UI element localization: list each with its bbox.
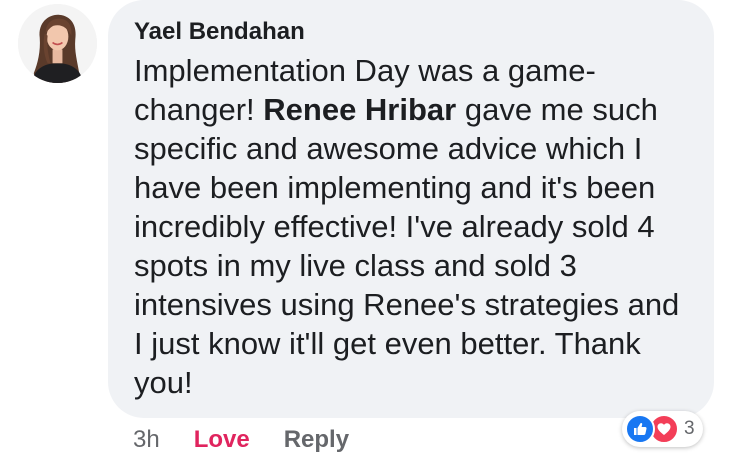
like-icon <box>625 414 655 444</box>
love-button[interactable]: Love <box>194 426 250 454</box>
comment-text-end: gave me such specific and awesome advice… <box>134 92 680 400</box>
timestamp[interactable]: 3h <box>133 426 160 454</box>
mention-link[interactable]: Renee Hribar <box>263 92 456 127</box>
reply-button[interactable]: Reply <box>284 426 349 454</box>
reaction-summary[interactable]: 3 <box>622 411 703 447</box>
comment-text: Implementation Day was a game-changer! R… <box>134 51 694 402</box>
comment-author[interactable]: Yael Bendahan <box>134 18 688 46</box>
comment-bubble: Yael Bendahan Implementation Day was a g… <box>108 0 714 418</box>
reaction-count: 3 <box>684 418 695 439</box>
avatar[interactable] <box>18 4 97 83</box>
profile-photo <box>18 4 97 83</box>
comment-actions: 3h Love Reply <box>133 424 349 456</box>
